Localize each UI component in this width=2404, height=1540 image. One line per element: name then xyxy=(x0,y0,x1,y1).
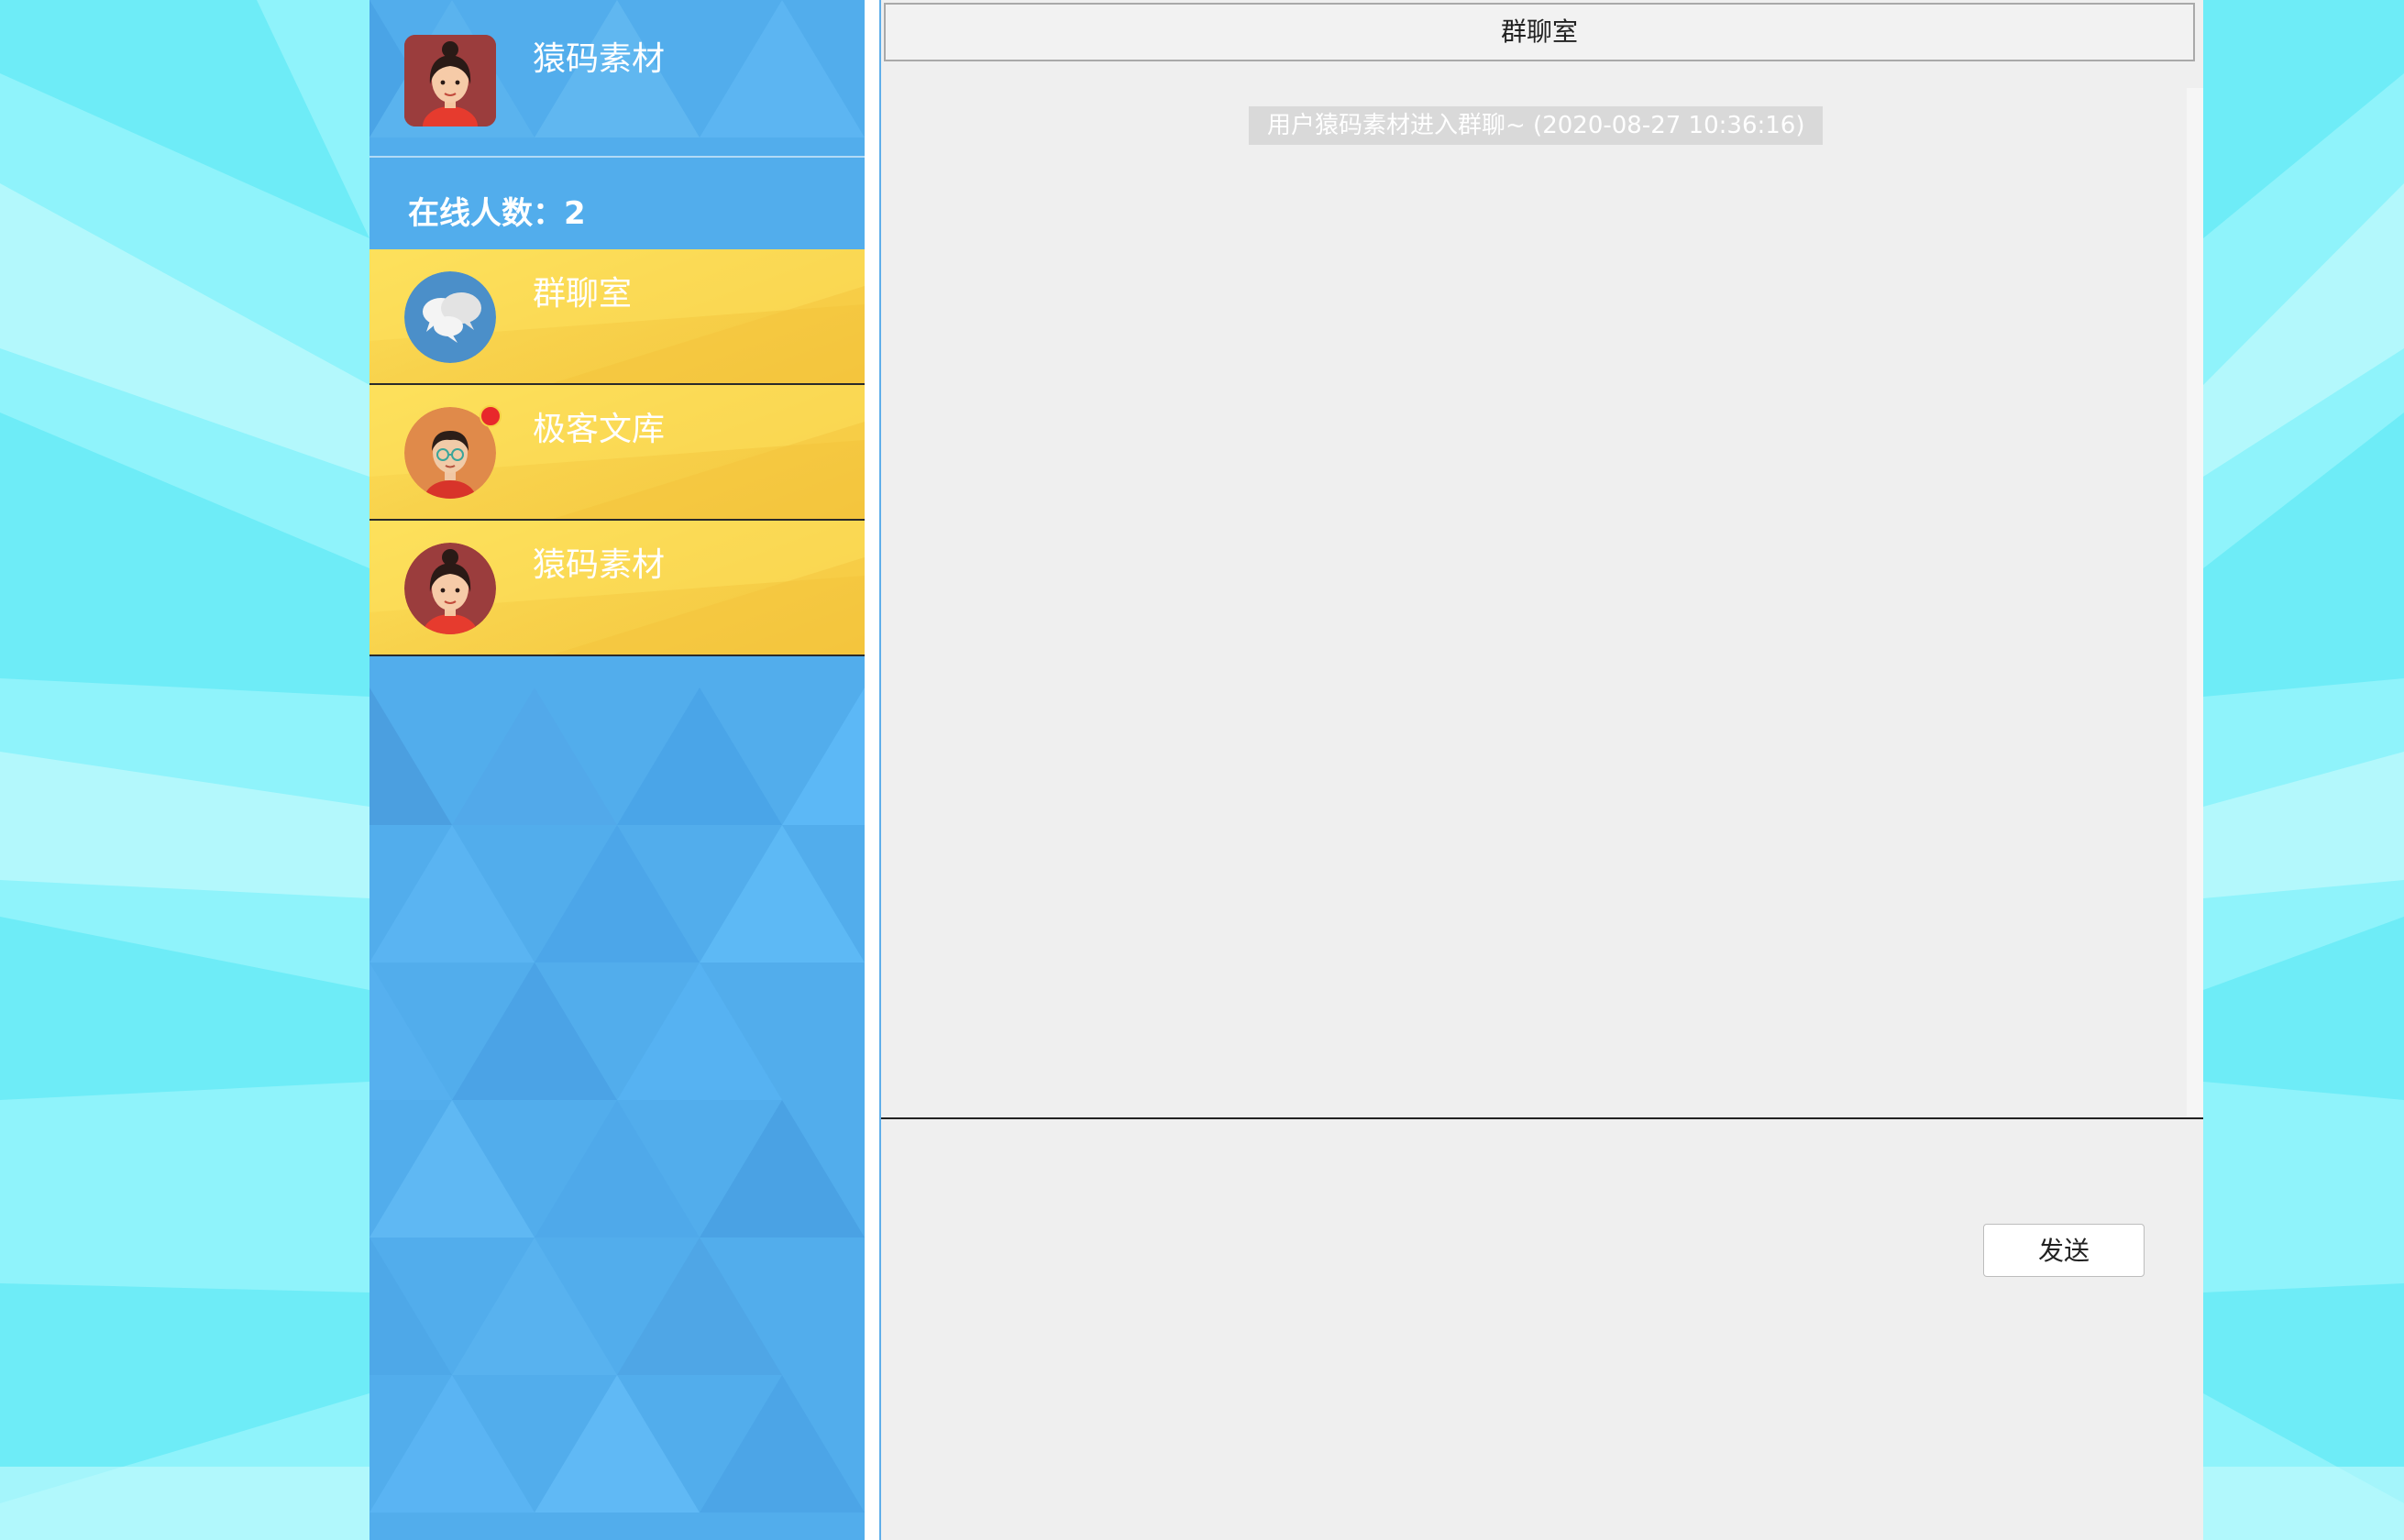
contact-name: 猿码素材 xyxy=(533,546,666,584)
message-input[interactable] xyxy=(881,1119,2203,1540)
sidebar-divider xyxy=(369,156,865,158)
contact-group-chat[interactable]: 群聊室 xyxy=(369,249,865,385)
current-user: 猿码素材 xyxy=(369,0,865,156)
contact-geek-library[interactable]: 极客文库 xyxy=(369,385,865,521)
sidebar: 猿码素材 在线人数：2 群聊室 极客文库 猿码素材 xyxy=(369,0,865,1540)
contact-list: 群聊室 极客文库 猿码素材 xyxy=(369,249,865,656)
contact-name: 群聊室 xyxy=(533,275,633,313)
message-list: 用户猿码素材进入群聊~ (2020-08-27 10:36:16) xyxy=(881,88,2187,1116)
unread-badge xyxy=(480,405,502,427)
system-message: 用户猿码素材进入群聊~ (2020-08-27 10:36:16) xyxy=(1249,106,1824,145)
contact-name: 极客文库 xyxy=(533,411,666,448)
contact-yuanma-sucai[interactable]: 猿码素材 xyxy=(369,521,865,656)
chat-bubbles-icon xyxy=(404,271,496,363)
panel-gap xyxy=(865,0,879,1540)
send-button[interactable]: 发送 xyxy=(1983,1224,2145,1277)
online-count: 在线人数：2 xyxy=(408,195,586,232)
woman-avatar-icon xyxy=(404,543,496,634)
message-scrollbar[interactable] xyxy=(2187,88,2203,1116)
woman-avatar-icon xyxy=(404,35,496,126)
current-user-name: 猿码素材 xyxy=(533,40,666,78)
chat-panel: 群聊室 用户猿码素材进入群聊~ (2020-08-27 10:36:16) 发送 xyxy=(881,0,2203,1540)
chat-title: 群聊室 xyxy=(884,3,2195,61)
